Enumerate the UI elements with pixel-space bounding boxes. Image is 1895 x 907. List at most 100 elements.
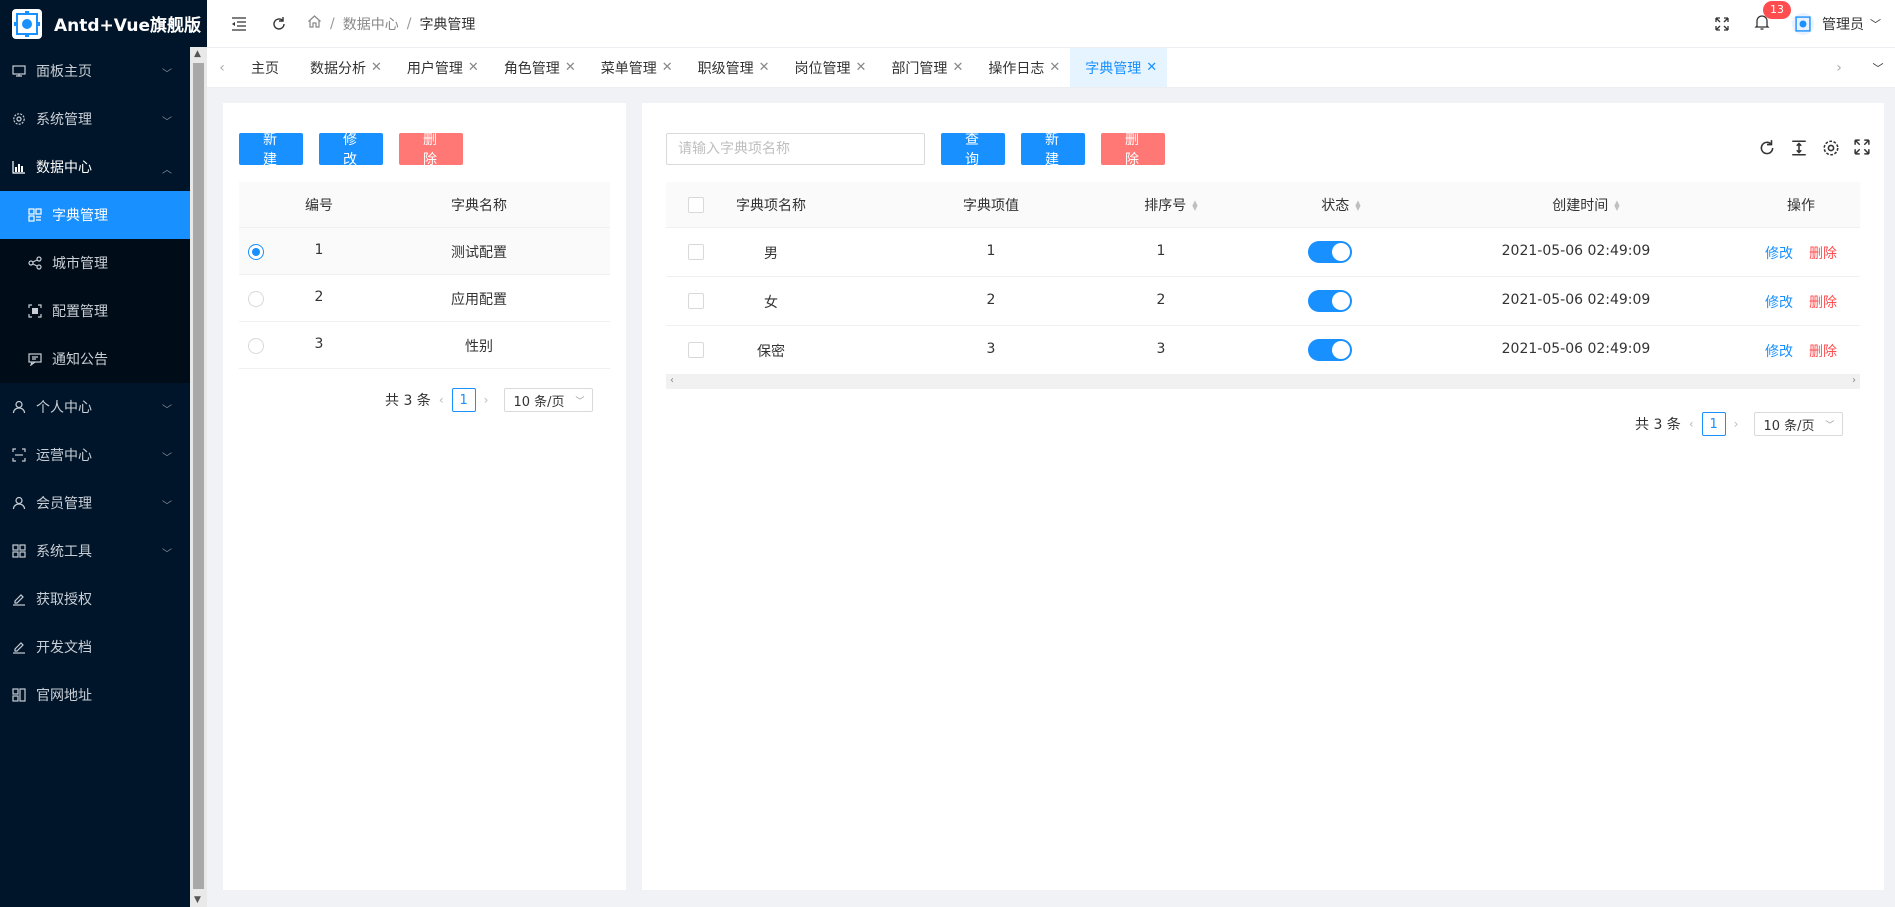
cell-item-value: 3 — [986, 341, 996, 357]
query-button[interactable]: 查 询 — [941, 131, 1005, 167]
sidebar-item-dictionary[interactable]: 字典管理 — [0, 191, 190, 239]
status-switch[interactable] — [1308, 241, 1352, 263]
tab-label: 字典管理 — [1085, 60, 1142, 77]
search-input[interactable] — [666, 133, 925, 165]
table-header: 字典项名称 字典项值 排序号 ▲ ▼ 状态 ▲ ▼ 创建时间 ▲ ▼ 操作 — [666, 182, 1860, 228]
sidebar-item-notice[interactable]: 通知公告 — [0, 335, 190, 383]
fullscreen-icon[interactable] — [1854, 139, 1870, 161]
delete-link[interactable]: 删除 — [1809, 246, 1837, 262]
close-icon[interactable]: ✕ — [856, 60, 867, 75]
close-icon[interactable]: ✕ — [759, 60, 770, 75]
page-number[interactable]: 1 — [1701, 412, 1726, 436]
breadcrumb-item[interactable]: 数据中心 — [343, 14, 399, 34]
scroll-up-icon[interactable]: ▲ — [194, 49, 201, 59]
sidebar-item-members[interactable]: 会员管理 ﹀ — [0, 479, 190, 527]
prev-page-icon[interactable]: ‹ — [1689, 417, 1694, 431]
table-row[interactable]: 女 2 2 2021-05-06 02:49:09 修改 删除 — [666, 277, 1860, 326]
tab-analytics[interactable]: 数据分析 ✕ — [295, 48, 392, 87]
tabs-scroll-right-icon[interactable]: › — [1817, 48, 1861, 88]
close-icon[interactable]: ✕ — [1049, 60, 1060, 75]
delete-link[interactable]: 删除 — [1809, 344, 1837, 360]
menu-fold-icon[interactable] — [219, 0, 259, 48]
edit-link[interactable]: 修改 — [1765, 246, 1793, 262]
tab-positions[interactable]: 岗位管理 ✕ — [780, 48, 877, 87]
sidebar-scrollbar[interactable]: ▲ ▼ — [190, 47, 207, 907]
notification-badge: 13 — [1763, 1, 1791, 19]
new-dictionary-button[interactable]: 新 建 — [239, 131, 303, 167]
column-header-status[interactable]: 状态 ▲ ▼ — [1276, 195, 1406, 215]
tab-departments[interactable]: 部门管理 ✕ — [876, 48, 973, 87]
row-checkbox[interactable] — [688, 244, 704, 260]
close-icon[interactable]: ✕ — [468, 60, 479, 75]
table-horizontal-scrollbar[interactable]: ‹ › — [666, 375, 1860, 389]
page-size-select[interactable]: 10 条/页 ﹀ — [504, 388, 594, 412]
close-icon[interactable]: ✕ — [371, 60, 382, 75]
sidebar-item-operations[interactable]: 运营中心 ﹀ — [0, 431, 190, 479]
tab-ranks[interactable]: 职级管理 ✕ — [683, 48, 780, 87]
new-item-button[interactable]: 新 建 — [1021, 131, 1085, 167]
scroll-left-icon[interactable]: ‹ — [670, 375, 674, 386]
home-icon[interactable] — [307, 14, 322, 33]
column-header-sort[interactable]: 排序号 ▲ ▼ — [1106, 195, 1236, 215]
sidebar-item-city[interactable]: 城市管理 — [0, 239, 190, 287]
table-row[interactable]: 3 性别 — [239, 322, 610, 369]
reload-icon[interactable] — [1758, 139, 1776, 161]
close-icon[interactable]: ✕ — [662, 60, 673, 75]
close-icon[interactable]: ✕ — [952, 60, 963, 75]
prev-page-icon[interactable]: ‹ — [439, 393, 444, 407]
cell-created: 2021-05-06 02:49:09 — [1501, 243, 1651, 259]
sidebar-item-dashboard[interactable]: 面板主页 ﹀ — [0, 47, 190, 95]
edit-dictionary-button[interactable]: 修 改 — [319, 131, 383, 167]
page-size-select[interactable]: 10 条/页 ﹀ — [1754, 412, 1844, 436]
notification-button[interactable]: 13 — [1742, 0, 1791, 48]
sidebar-item-data-center[interactable]: 数据中心 ︿ — [0, 143, 190, 191]
sidebar-item-license[interactable]: 获取授权 — [0, 575, 190, 623]
table-row[interactable]: 男 1 1 2021-05-06 02:49:09 修改 删除 — [666, 228, 1860, 277]
row-radio[interactable] — [248, 244, 264, 260]
tab-menus[interactable]: 菜单管理 ✕ — [586, 48, 683, 87]
column-header-created[interactable]: 创建时间 ▲ ▼ — [1496, 195, 1676, 215]
tab-roles[interactable]: 角色管理 ✕ — [489, 48, 586, 87]
sidebar-item-personal[interactable]: 个人中心 ﹀ — [0, 383, 190, 431]
sidebar-item-tools[interactable]: 系统工具 ﹀ — [0, 527, 190, 575]
tab-label: 职级管理 — [697, 60, 754, 77]
sidebar-item-docs[interactable]: 开发文档 — [0, 623, 190, 671]
sidebar-item-config[interactable]: 配置管理 — [0, 287, 190, 335]
scroll-thumb[interactable] — [193, 63, 204, 889]
sidebar-item-system[interactable]: 系统管理 ﹀ — [0, 95, 190, 143]
next-page-icon[interactable]: › — [1734, 417, 1739, 431]
close-icon[interactable]: ✕ — [1146, 60, 1157, 75]
row-checkbox[interactable] — [688, 342, 704, 358]
scroll-right-icon[interactable]: › — [1852, 375, 1856, 386]
sidebar-item-website[interactable]: 官网地址 — [0, 671, 190, 719]
delete-dictionary-button[interactable]: 删 除 — [399, 131, 463, 167]
status-switch[interactable] — [1308, 339, 1352, 361]
close-icon[interactable]: ✕ — [565, 60, 576, 75]
select-all-checkbox[interactable] — [688, 197, 704, 213]
tab-dictionary[interactable]: 字典管理 ✕ — [1070, 48, 1168, 87]
delete-item-button[interactable]: 删 除 — [1101, 131, 1165, 167]
table-row[interactable]: 1 测试配置 — [239, 228, 610, 275]
delete-link[interactable]: 删除 — [1809, 295, 1837, 311]
tab-home[interactable]: 主页 — [237, 48, 295, 87]
next-page-icon[interactable]: › — [484, 393, 489, 407]
reload-icon[interactable] — [259, 0, 299, 48]
status-switch[interactable] — [1308, 290, 1352, 312]
page-number[interactable]: 1 — [451, 388, 476, 412]
table-row[interactable]: 2 应用配置 — [239, 275, 610, 322]
edit-link[interactable]: 修改 — [1765, 344, 1793, 360]
row-checkbox[interactable] — [688, 293, 704, 309]
tab-logs[interactable]: 操作日志 ✕ — [973, 48, 1070, 87]
scroll-down-icon[interactable]: ▼ — [194, 895, 201, 905]
chevron-down-icon[interactable]: ﹀ — [1861, 48, 1895, 88]
column-height-icon[interactable] — [1790, 139, 1808, 161]
setting-icon[interactable] — [1822, 139, 1840, 161]
user-menu[interactable]: 管理员 ﹀ — [1782, 13, 1895, 35]
row-radio[interactable] — [248, 338, 264, 354]
edit-link[interactable]: 修改 — [1765, 295, 1793, 311]
tabs-scroll-left-icon[interactable]: ‹ — [207, 48, 237, 87]
row-radio[interactable] — [248, 291, 264, 307]
fullscreen-icon[interactable] — [1702, 0, 1742, 48]
tab-users[interactable]: 用户管理 ✕ — [392, 48, 489, 87]
table-row[interactable]: 保密 3 3 2021-05-06 02:49:09 修改 删除 — [666, 326, 1860, 375]
